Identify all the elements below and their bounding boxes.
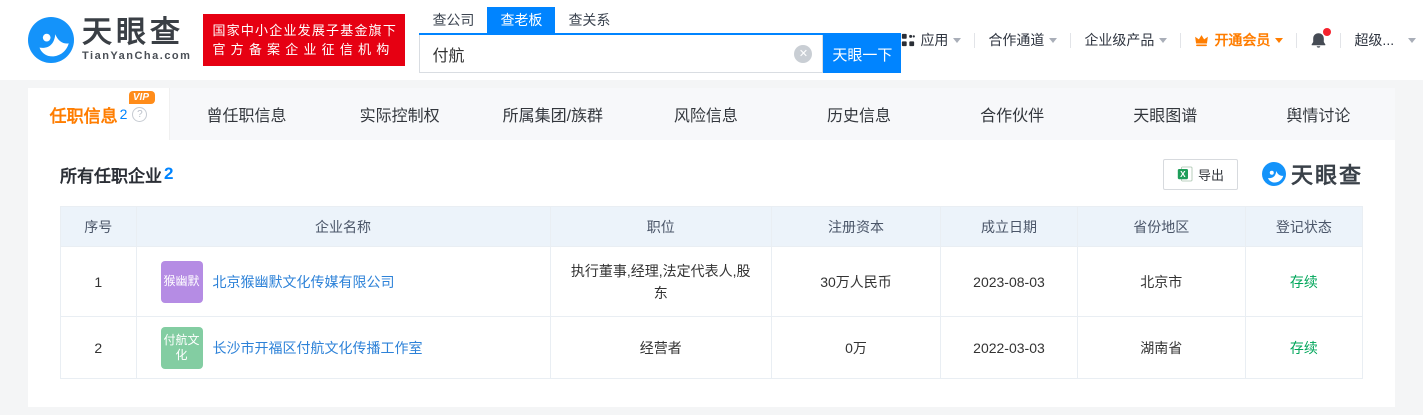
menu-open-vip[interactable]: 开通会员 <box>1194 30 1284 50</box>
logo-subtitle: TianYanCha.com <box>82 50 192 62</box>
menu-divider <box>974 32 976 48</box>
excel-icon: X <box>1177 166 1193 182</box>
col-header-position: 职位 <box>549 206 772 247</box>
tab-public-opinion[interactable]: 舆情讨论 <box>1242 88 1395 140</box>
tab-tianyan-graph[interactable]: 天眼图谱 <box>1089 88 1242 140</box>
date-cell: 2022-03-03 <box>940 316 1078 379</box>
menu-divider <box>1340 32 1342 48</box>
company-avatar: 付航文化 <box>160 326 203 369</box>
col-header-province: 省份地区 <box>1076 206 1246 247</box>
notification-bell[interactable] <box>1310 27 1332 49</box>
table-row: 1 猴幽默 北京猴幽默文化传媒有限公司 执行董事,经理,法定代表人,股东 30万… <box>60 246 1364 317</box>
search-tabs: 查公司 查老板 查关系 <box>419 7 901 33</box>
gov-certification-badge: 国家中小企业发展子基金旗下 官方备案企业征信机构 <box>203 14 406 66</box>
status-badge: 存续 <box>1244 316 1364 379</box>
col-header-index: 序号 <box>60 206 137 247</box>
company-count: 2 <box>164 164 174 183</box>
help-question-icon[interactable]: ? <box>132 106 148 122</box>
position-cell: 经营者 <box>549 316 772 379</box>
chevron-down-icon <box>1275 37 1284 43</box>
title-row: 所有任职企业 2 X 导出 天眼查 <box>60 158 1363 190</box>
menu-user-account[interactable]: 超级... <box>1354 30 1417 50</box>
status-badge: 存续 <box>1244 246 1364 317</box>
export-button[interactable]: X 导出 <box>1162 158 1238 190</box>
title-right: X 导出 天眼查 <box>1162 158 1363 190</box>
search-tab-company[interactable]: 查公司 <box>419 7 487 33</box>
tianyancha-swirl-icon <box>28 17 74 63</box>
tab-actual-control[interactable]: 实际控制权 <box>323 88 476 140</box>
page-title: 所有任职企业 <box>60 166 162 186</box>
capital-cell: 0万 <box>770 316 942 379</box>
date-cell: 2023-08-03 <box>940 246 1078 317</box>
position-cell: 执行董事,经理,法定代表人,股东 <box>549 246 772 317</box>
chevron-down-icon <box>953 37 962 43</box>
menu-enterprise-products[interactable]: 企业级产品 <box>1084 30 1168 50</box>
company-avatar: 猴幽默 <box>160 260 203 303</box>
menu-vip-label: 开通会员 <box>1214 32 1271 48</box>
top-menu: 应用 合作通道 企业级产品 开通会员 超级... <box>901 27 1417 50</box>
menu-divider <box>1180 32 1182 48</box>
profile-card: VIP 任职信息 2 ? 曾任职信息 实际控制权 所属集团/族群 风险信息 历史… <box>28 88 1395 407</box>
top-header: 天眼查 TianYanCha.com 国家中小企业发展子基金旗下 官方备案企业征… <box>0 0 1423 80</box>
tab-risk-info[interactable]: 风险信息 <box>629 88 782 140</box>
tab-current-positions-label: 任职信息 <box>49 106 118 126</box>
watermark-text: 天眼查 <box>1290 163 1363 188</box>
vip-badge: VIP <box>128 91 155 104</box>
section-tabbar: VIP 任职信息 2 ? 曾任职信息 实际控制权 所属集团/族群 风险信息 历史… <box>28 88 1395 140</box>
positions-table: 序号 企业名称 职位 注册资本 成立日期 省份地区 登记状态 1 猴幽默 北京猴… <box>60 206 1364 379</box>
company-link[interactable]: 北京猴幽默文化传媒有限公司 <box>213 272 395 292</box>
search-area: 查公司 查老板 查关系 ✕ 天眼一下 <box>419 7 902 73</box>
watermark-logo: 天眼查 <box>1261 158 1363 190</box>
tab-past-positions[interactable]: 曾任职信息 <box>170 88 323 140</box>
search-box: ✕ 天眼一下 <box>419 33 902 73</box>
company-link[interactable]: 长沙市开福区付航文化传播工作室 <box>213 338 423 358</box>
tab-partners[interactable]: 合作伙伴 <box>936 88 1089 140</box>
menu-apps[interactable]: 应用 <box>901 30 962 50</box>
table-row: 2 付航文化 长沙市开福区付航文化传播工作室 经营者 0万 2022-03-03… <box>60 316 1364 379</box>
chevron-down-icon <box>1049 37 1058 43</box>
row-index: 1 <box>60 246 137 317</box>
notification-dot <box>1323 27 1332 36</box>
col-header-company: 企业名称 <box>135 206 551 247</box>
col-header-capital: 注册资本 <box>770 206 942 247</box>
col-header-date: 成立日期 <box>940 206 1078 247</box>
logo-title: 天眼查 <box>82 16 184 49</box>
svg-text:X: X <box>1180 170 1186 179</box>
capital-cell: 30万人民币 <box>770 246 942 317</box>
clear-search-icon[interactable]: ✕ <box>794 44 813 63</box>
menu-enterprise-label: 企业级产品 <box>1084 32 1155 48</box>
search-input[interactable] <box>420 35 823 72</box>
row-index: 2 <box>60 316 137 379</box>
card-body: 所有任职企业 2 X 导出 天眼查 序号 企业名称 职位 注册资本 成立日期 省… <box>28 140 1395 379</box>
search-button[interactable]: 天眼一下 <box>823 35 902 73</box>
tianyancha-logo[interactable]: 天眼查 TianYanCha.com <box>28 17 191 63</box>
username-label: 超级... <box>1354 32 1395 48</box>
gov-badge-line1: 国家中小企业发展子基金旗下 <box>212 23 398 38</box>
apps-grid-icon <box>901 33 916 47</box>
menu-divider <box>1296 32 1298 48</box>
province-cell: 北京市 <box>1076 246 1246 317</box>
col-header-status: 登记状态 <box>1244 206 1364 247</box>
logo-text: 天眼查 TianYanCha.com <box>82 16 192 63</box>
menu-apps-label: 应用 <box>920 32 949 48</box>
menu-partner-label: 合作通道 <box>988 32 1045 48</box>
menu-partner-channel[interactable]: 合作通道 <box>988 30 1058 50</box>
tab-count: 2 <box>119 106 128 122</box>
tab-current-positions[interactable]: VIP 任职信息 2 ? <box>28 88 170 140</box>
tab-history-info[interactable]: 历史信息 <box>783 88 936 140</box>
search-input-wrap: ✕ <box>419 35 824 73</box>
menu-divider <box>1070 32 1072 48</box>
gov-badge-line2: 官方备案企业征信机构 <box>212 42 395 57</box>
crown-icon <box>1194 33 1209 48</box>
province-cell: 湖南省 <box>1076 316 1246 379</box>
tab-group-family[interactable]: 所属集团/族群 <box>476 88 629 140</box>
tianyancha-swirl-icon <box>1261 162 1286 186</box>
search-tab-boss[interactable]: 查老板 <box>487 7 556 33</box>
table-header-row: 序号 企业名称 职位 注册资本 成立日期 省份地区 登记状态 <box>60 206 1364 247</box>
chevron-down-icon <box>1159 37 1168 43</box>
export-label: 导出 <box>1197 167 1224 183</box>
search-tab-relation[interactable]: 查关系 <box>555 7 623 33</box>
chevron-down-icon <box>1408 37 1417 43</box>
